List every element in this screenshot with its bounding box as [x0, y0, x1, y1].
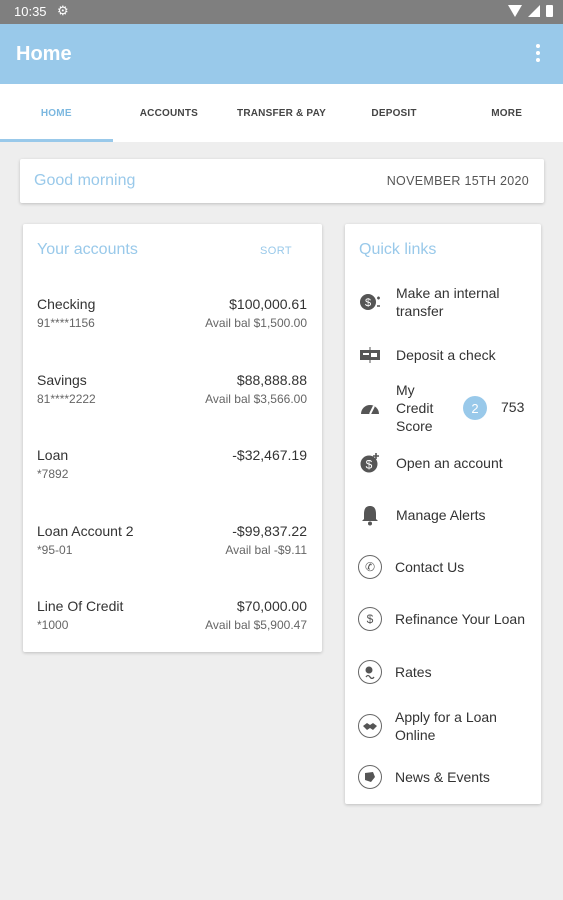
svg-text:$: $	[366, 458, 373, 472]
account-number: *1000	[37, 618, 69, 632]
quick-link-label: Make an internal transfer	[396, 285, 500, 319]
rates-icon	[358, 660, 382, 684]
credit-score-badge: 2	[463, 396, 487, 420]
account-name: Savings	[37, 372, 87, 388]
account-available-balance: Avail bal $3,566.00	[205, 392, 307, 406]
account-name: Checking	[37, 296, 96, 312]
accounts-title: Your accounts	[37, 241, 138, 258]
account-row-savings[interactable]: Savings 81****2222 $88,888.88 Avail bal …	[37, 372, 307, 412]
account-balance: $100,000.61	[229, 296, 307, 312]
quick-link-label: Refinance Your Loan	[395, 611, 525, 627]
add-money-icon: $	[357, 450, 383, 476]
transfer-money-icon: $	[357, 289, 383, 315]
page-title: Home	[16, 43, 72, 65]
news-icon	[358, 765, 382, 789]
account-number: 81****2222	[37, 392, 96, 406]
quick-link-label: News & Events	[395, 769, 490, 785]
quick-link-rates[interactable]: Rates	[357, 660, 539, 684]
account-row-loan[interactable]: Loan *7892 -$32,467.19	[37, 447, 307, 487]
tab-transfer-pay[interactable]: TRANSFER & PAY	[225, 84, 338, 142]
account-number: *95-01	[37, 543, 73, 557]
account-name: Loan Account 2	[37, 523, 134, 539]
quick-link-internal-transfer[interactable]: $ Make an internal transfer	[357, 284, 539, 320]
quick-link-open-account[interactable]: $ Open an account	[357, 450, 539, 476]
svg-text:$: $	[365, 297, 371, 309]
phone-icon: ✆	[358, 555, 382, 579]
account-balance: $88,888.88	[236, 372, 307, 388]
account-balance: $70,000.00	[236, 598, 307, 614]
account-row-line-of-credit[interactable]: Line Of Credit *1000 $70,000.00 Avail ba…	[37, 598, 307, 638]
sort-button[interactable]: SORT	[260, 245, 292, 257]
status-time: 10:35	[14, 4, 47, 19]
battery-icon	[546, 5, 553, 17]
quick-link-manage-alerts[interactable]: Manage Alerts	[357, 502, 539, 528]
account-number: 91****1156	[37, 316, 95, 330]
account-balance: -$99,837.22	[232, 523, 307, 539]
quick-link-label: Apply for a Loan Online	[395, 709, 497, 743]
settings-gear-icon: ⚙	[57, 3, 69, 18]
account-name: Loan	[37, 447, 69, 463]
quick-links-card: Quick links $ Make an internal transfer …	[345, 224, 541, 804]
tab-bar: HOME ACCOUNTS TRANSFER & PAY DEPOSIT MOR…	[0, 84, 563, 142]
quick-link-credit-score[interactable]: My Credit Score 2 753	[357, 382, 539, 434]
account-row-checking[interactable]: Checking 91****1156 $100,000.61 Avail ba…	[37, 296, 307, 336]
quick-link-apply-loan[interactable]: Apply for a Loan Online	[357, 708, 539, 744]
quick-link-label: My Credit Score	[396, 382, 434, 434]
quick-link-contact-us[interactable]: ✆ Contact Us	[357, 555, 539, 579]
wifi-icon	[508, 5, 522, 17]
bell-icon	[357, 502, 383, 528]
account-name: Line Of Credit	[37, 598, 124, 614]
greeting-date: NOVEMBER 15TH 2020	[386, 174, 529, 188]
overflow-menu-icon[interactable]	[535, 44, 541, 62]
quick-links-title: Quick links	[359, 241, 437, 258]
tab-deposit[interactable]: DEPOSIT	[338, 84, 451, 142]
app-bar: Home	[0, 24, 563, 84]
check-deposit-icon	[357, 342, 383, 368]
account-balance: -$32,467.19	[232, 447, 307, 463]
handshake-icon	[358, 714, 382, 738]
account-available-balance: Avail bal -$9.11	[225, 543, 307, 557]
account-number: *7892	[37, 467, 69, 481]
greeting-card: Good morning NOVEMBER 15TH 2020	[20, 159, 544, 203]
system-icons	[508, 5, 553, 17]
tab-accounts[interactable]: ACCOUNTS	[113, 84, 226, 142]
account-available-balance: Avail bal $5,900.47	[205, 618, 307, 632]
quick-link-label: Open an account	[396, 455, 503, 471]
account-available-balance: Avail bal $1,500.00	[205, 316, 307, 330]
quick-link-refinance-loan[interactable]: $ Refinance Your Loan	[357, 607, 539, 631]
tab-more[interactable]: MORE	[450, 84, 563, 142]
quick-link-label: Rates	[395, 664, 432, 680]
greeting-text: Good morning	[34, 172, 136, 189]
quick-link-news-events[interactable]: News & Events	[357, 765, 539, 789]
quick-link-label: Deposit a check	[396, 347, 496, 363]
accounts-card: Your accounts SORT Checking 91****1156 $…	[23, 224, 322, 652]
quick-link-deposit-check[interactable]: Deposit a check	[357, 342, 539, 368]
account-row-loan-account-2[interactable]: Loan Account 2 *95-01 -$99,837.22 Avail …	[37, 523, 307, 563]
cell-signal-icon	[528, 5, 540, 17]
credit-score-value: 753	[501, 399, 525, 415]
quick-link-label: Contact Us	[395, 559, 465, 575]
status-bar: 10:35 ⚙	[0, 0, 563, 24]
speedometer-icon	[357, 395, 383, 421]
tab-home[interactable]: HOME	[0, 84, 113, 142]
quick-link-label: Manage Alerts	[396, 507, 486, 523]
dollar-circle-icon: $	[358, 607, 382, 631]
